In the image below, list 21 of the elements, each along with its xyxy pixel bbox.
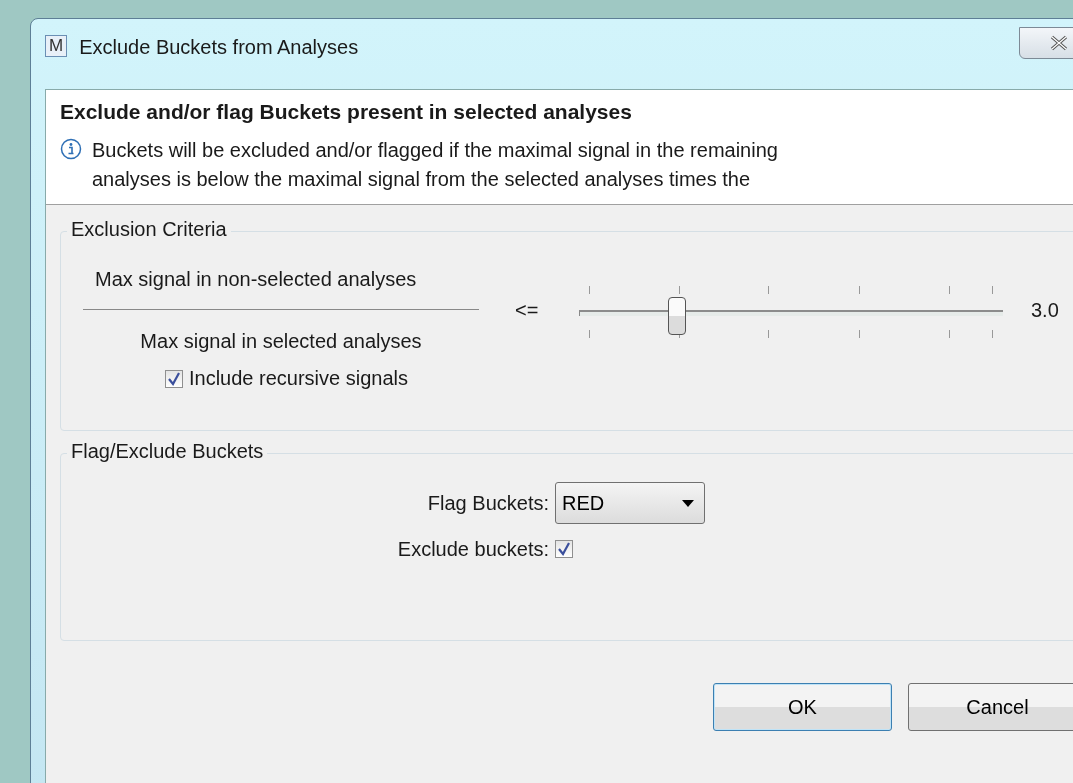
flag-label: Flag Buckets:	[426, 491, 549, 515]
checkbox[interactable]	[165, 369, 183, 388]
info-icon	[60, 138, 82, 160]
slider-thumb[interactable]	[667, 296, 686, 335]
caret-icon	[682, 499, 694, 507]
ok-button[interactable]: OK	[713, 683, 892, 731]
checkbox[interactable]	[555, 540, 573, 558]
close-icon	[1048, 35, 1070, 51]
slider-value: 3.0	[1031, 299, 1059, 322]
window-title: Exclude Buckets from Analyses	[79, 36, 359, 59]
numerator-label: Max signal in non-selected analyses	[95, 268, 417, 291]
group-title: Flag/Exclude Buckets	[67, 440, 268, 463]
dialog-heading: Exclude and/or flag Buckets present in selected analyses	[60, 100, 633, 124]
denominator-label: Max signal in selected analyses	[140, 330, 422, 353]
info-text: Buckets will be excluded and/or flagged if the maximal signal in the remaining analyses is below the maximal signal from the selected analyses times the	[92, 138, 779, 192]
operator-label: <=	[515, 299, 540, 322]
cancel-button[interactable]: Cancel	[908, 683, 1073, 731]
exclude-label: Exclude buckets:	[396, 537, 549, 561]
app-icon: M	[45, 35, 68, 57]
color-dropdown[interactable]: RED	[555, 482, 705, 524]
checkbox-label: Include recursive signals	[189, 367, 408, 390]
